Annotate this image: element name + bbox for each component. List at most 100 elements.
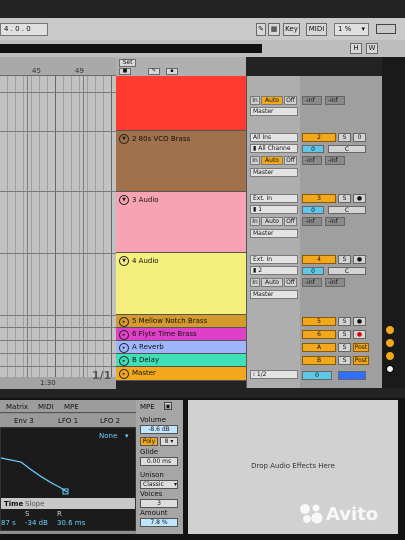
envelope-curve[interactable] bbox=[1, 428, 135, 530]
time-label[interactable]: Time bbox=[4, 500, 23, 508]
tab-env3[interactable]: Env 3 bbox=[14, 417, 34, 425]
monitor-off-button[interactable]: Off bbox=[284, 217, 297, 226]
play-icon[interactable]: ▼ bbox=[119, 134, 129, 144]
w-button[interactable]: W bbox=[366, 43, 378, 54]
time-ruler[interactable]: 1:30 1/1 bbox=[0, 369, 116, 389]
channel-select[interactable]: ▮ 1 bbox=[250, 205, 298, 214]
send-a-value[interactable]: -inf bbox=[302, 278, 322, 287]
draw-mode-icon[interactable]: ✎ bbox=[256, 23, 266, 36]
sustain-value[interactable]: -34 dB bbox=[25, 519, 48, 527]
monitor-in-button[interactable]: In bbox=[250, 278, 260, 287]
voices-field[interactable]: 3 bbox=[140, 499, 178, 508]
monitor-off-button[interactable]: Off bbox=[284, 156, 297, 165]
clip-slot-1[interactable] bbox=[116, 76, 246, 131]
chevron-down-icon[interactable]: ▾ bbox=[361, 24, 365, 35]
play-icon[interactable]: ▸ bbox=[119, 343, 129, 353]
stop-clips-icon[interactable]: ■ bbox=[119, 68, 131, 75]
master-cue-field[interactable] bbox=[338, 371, 366, 380]
track-activator[interactable]: 2 bbox=[302, 133, 336, 142]
draw-icon[interactable]: ✎ bbox=[148, 68, 160, 75]
output-select[interactable]: Master bbox=[250, 107, 298, 116]
crossfade-master-icon[interactable] bbox=[386, 352, 394, 360]
solo-button[interactable]: S bbox=[338, 317, 351, 326]
tab-lfo2[interactable]: LFO 2 bbox=[100, 417, 120, 425]
mpe-toggle[interactable]: MPE bbox=[140, 403, 155, 411]
input-select[interactable]: All Ins bbox=[250, 133, 298, 142]
track-activator[interactable]: 5 bbox=[302, 317, 336, 326]
output-select[interactable]: Master bbox=[250, 168, 298, 177]
save-icon[interactable]: ▣ bbox=[164, 402, 172, 410]
track-activator[interactable]: 6 bbox=[302, 330, 336, 339]
arm-button[interactable]: 0 bbox=[353, 133, 366, 142]
input-select[interactable]: Ext. In bbox=[250, 255, 298, 264]
monitor-auto-button[interactable]: Auto bbox=[261, 156, 283, 165]
post-button[interactable]: Post bbox=[353, 343, 369, 352]
pan-field[interactable]: C bbox=[328, 145, 366, 153]
decay-value[interactable]: 87 s bbox=[1, 519, 16, 527]
arm-button[interactable]: ● bbox=[353, 317, 366, 326]
tab-mpe[interactable]: MPE bbox=[64, 403, 79, 411]
set-button[interactable]: Set bbox=[119, 59, 136, 67]
monitor-auto-button[interactable]: Auto bbox=[261, 96, 283, 105]
arm-button[interactable]: ● bbox=[353, 255, 366, 264]
monitor-in-button[interactable]: In bbox=[250, 96, 260, 105]
release-value[interactable]: 30.6 ms bbox=[57, 519, 85, 527]
send-a-value[interactable]: -inf bbox=[302, 217, 322, 226]
clip-slot-4[interactable]: ▼ 4 Audio bbox=[116, 253, 246, 315]
volume-field[interactable]: -8.6 dB bbox=[140, 425, 178, 434]
clip-slot-5[interactable]: ▸ 5 Mellow Notch Brass bbox=[116, 315, 246, 328]
glide-field[interactable]: 0.00 ms bbox=[140, 457, 178, 466]
output-select[interactable]: Master bbox=[250, 290, 298, 299]
song-position-field[interactable]: 4 . 0 . 0 bbox=[0, 23, 48, 36]
master-output-select[interactable]: ⁞ 1/2 bbox=[250, 370, 298, 379]
solo-button[interactable]: S bbox=[338, 255, 351, 264]
pan-field[interactable]: C bbox=[328, 267, 366, 275]
volume-field[interactable]: 0 bbox=[302, 145, 324, 153]
send-a-value[interactable]: -inf bbox=[302, 96, 322, 105]
crossfade-a-icon[interactable] bbox=[386, 326, 394, 334]
clip-slot-3[interactable]: ▼ 3 Audio bbox=[116, 192, 246, 253]
arm-button[interactable]: ● bbox=[353, 330, 366, 339]
monitor-auto-button[interactable]: Auto bbox=[261, 217, 283, 226]
h-button[interactable]: H bbox=[350, 43, 362, 54]
monitor-in-button[interactable]: In bbox=[250, 217, 260, 226]
tab-midi[interactable]: MIDI bbox=[38, 403, 54, 411]
solo-button[interactable]: S bbox=[338, 330, 351, 339]
solo-button[interactable]: S bbox=[338, 133, 351, 142]
solo-button[interactable]: S bbox=[338, 343, 351, 352]
volume-field[interactable]: 0 bbox=[302, 267, 324, 275]
unison-select[interactable]: Classic ▾ bbox=[140, 480, 178, 489]
send-b-value[interactable]: -inf bbox=[325, 156, 345, 165]
lock-icon[interactable]: ▪ bbox=[166, 68, 178, 75]
master-volume-field[interactable]: 0 bbox=[302, 371, 332, 380]
envelope-display[interactable]: None ▾ Time Slope S R 87 s -34 dB 30.6 m… bbox=[0, 427, 136, 531]
keyboard-icon[interactable]: ▦ bbox=[268, 23, 280, 36]
send-b-value[interactable]: -inf bbox=[325, 278, 345, 287]
crossfade-b-icon[interactable] bbox=[386, 339, 394, 347]
bar-ruler[interactable]: 45 49 bbox=[0, 57, 116, 76]
play-icon[interactable]: ▼ bbox=[119, 256, 129, 266]
solo-button[interactable]: S bbox=[338, 356, 351, 365]
clip-slot-2[interactable]: ▼ 2 80s VCO Brass bbox=[116, 131, 246, 192]
return-activator[interactable]: B bbox=[302, 356, 336, 365]
pan-field[interactable]: C bbox=[328, 206, 366, 214]
monitor-off-button[interactable]: Off bbox=[284, 96, 297, 105]
return-a[interactable]: ▸ A Reverb bbox=[116, 341, 246, 354]
play-icon[interactable]: ▸ bbox=[119, 330, 129, 340]
send-a-value[interactable]: -inf bbox=[302, 156, 322, 165]
amount-field[interactable]: 7.8 % bbox=[140, 518, 178, 527]
slope-label[interactable]: Slope bbox=[25, 500, 44, 508]
key-map-button[interactable]: Key bbox=[283, 23, 300, 36]
master-track[interactable]: ▸ Master bbox=[116, 367, 246, 381]
tab-matrix[interactable]: Matrix bbox=[6, 403, 28, 411]
poly-button[interactable]: Poly bbox=[140, 437, 158, 446]
send-b-value[interactable]: -inf bbox=[325, 217, 345, 226]
arrangement-grid[interactable] bbox=[0, 76, 116, 388]
play-icon[interactable]: ▸ bbox=[119, 369, 129, 379]
volume-field[interactable]: 0 bbox=[302, 206, 324, 214]
arm-button[interactable]: ● bbox=[353, 194, 366, 203]
scroll-gutter[interactable] bbox=[382, 57, 405, 388]
return-b[interactable]: ▸ B Delay bbox=[116, 354, 246, 367]
monitor-auto-button[interactable]: Auto bbox=[261, 278, 283, 287]
midi-map-button[interactable]: MIDI bbox=[306, 23, 327, 36]
